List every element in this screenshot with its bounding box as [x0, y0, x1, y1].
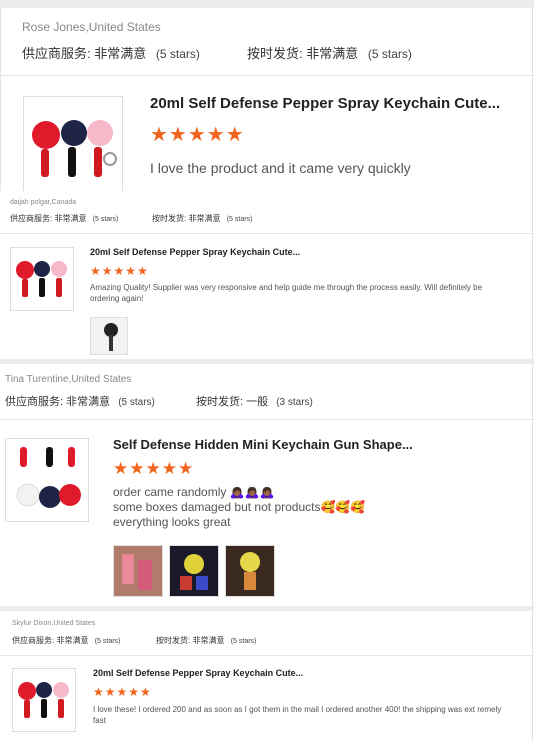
star-rating: ★★★★★ — [150, 124, 245, 146]
comment-line-3: everything looks great — [113, 515, 231, 529]
shipping-value: 非常满意 — [188, 214, 221, 223]
product-thumbnail[interactable] — [12, 668, 76, 732]
review-comment: order came randomly 🙇🏾‍♀️🙇🏾‍♀️🙇🏾‍♀️ some… — [113, 485, 365, 530]
star-rating: ★★★★★ — [90, 264, 149, 278]
supplier-value: 非常满意 — [56, 636, 89, 645]
shipping-stars: (5 stars) — [226, 216, 253, 223]
shipping-rating: 按时发货: 非常满意 (5 stars) — [247, 43, 412, 62]
supplier-label: 供应商服务: — [5, 396, 64, 408]
photo-image — [114, 546, 162, 596]
keychain-image — [16, 447, 81, 508]
supplier-stars: (5 stars) — [155, 47, 200, 61]
shipping-value: 一般 — [246, 396, 269, 408]
photo-image — [91, 318, 127, 354]
shipping-rating: 按时发货: 一般 (3 stars) — [196, 393, 313, 409]
product-title[interactable]: 20ml Self Defense Pepper Spray Keychain … — [150, 95, 500, 112]
review-card-2: daijah polgar,Canada 供应商服务: 非常满意 (5 star… — [0, 191, 534, 359]
review-card-3: Tina Turentine,United States 供应商服务: 非常满意… — [0, 364, 534, 606]
product-title[interactable]: Self Defense Hidden Mini Keychain Gun Sh… — [113, 437, 413, 452]
shipping-rating: 按时发货: 非常满意 (5 stars) — [156, 635, 256, 646]
shipping-label: 按时发货: — [247, 46, 303, 61]
review-photo-3[interactable] — [225, 545, 275, 597]
product-title[interactable]: 20ml Self Defense Pepper Spray Keychain … — [90, 247, 300, 257]
shipping-stars: (5 stars) — [367, 47, 412, 61]
product-thumbnail[interactable] — [23, 96, 123, 191]
review-photo-2[interactable] — [169, 545, 219, 597]
supplier-stars: (5 stars) — [92, 216, 119, 223]
product-thumbnail[interactable] — [5, 438, 89, 522]
review-card-4: Skylur Dixon,United States 供应商服务: 非常满意 (… — [0, 611, 534, 741]
supplier-value: 非常满意 — [54, 214, 87, 223]
supplier-value: 非常满意 — [66, 396, 111, 408]
supplier-service-rating: 供应商服务: 非常满意 (5 stars) — [5, 393, 155, 409]
product-title[interactable]: 20ml Self Defense Pepper Spray Keychain … — [93, 668, 303, 678]
shipping-rating: 按时发货: 非常满意 (5 stars) — [152, 213, 252, 224]
review-comment: I love the product and it came very quic… — [150, 160, 411, 176]
shipping-label: 按时发货: — [152, 214, 187, 223]
supplier-label: 供应商服务: — [22, 46, 91, 61]
star-rating: ★★★★★ — [113, 459, 195, 478]
comment-line-1: order came randomly 🙇🏾‍♀️🙇🏾‍♀️🙇🏾‍♀️ — [113, 485, 275, 499]
reviewer-name: Rose Jones,United States — [22, 20, 161, 34]
reviewer-name: Tina Turentine,United States — [5, 374, 132, 385]
photo-image — [226, 546, 274, 596]
supplier-label: 供应商服务: — [10, 214, 53, 223]
review-card-1: Rose Jones,United States 供应商服务: 非常满意 (5 … — [0, 8, 534, 191]
supplier-stars: (5 stars) — [118, 397, 155, 408]
keychain-image — [24, 97, 122, 191]
review-photo[interactable] — [90, 317, 128, 355]
top-divider — [0, 0, 534, 8]
photo-image — [170, 546, 218, 596]
supplier-label: 供应商服务: — [12, 636, 55, 645]
review-comment: I love these! I ordered 200 and as soon … — [93, 705, 502, 725]
review-photo-1[interactable] — [113, 545, 163, 597]
review-comment: Amazing Quality! Supplier was very respo… — [90, 283, 483, 303]
shipping-label: 按时发货: — [196, 396, 244, 408]
shipping-stars: (3 stars) — [276, 397, 313, 408]
shipping-label: 按时发货: — [156, 636, 191, 645]
supplier-service-rating: 供应商服务: 非常满意 (5 stars) — [22, 43, 200, 62]
shipping-stars: (5 stars) — [230, 638, 257, 645]
supplier-service-rating: 供应商服务: 非常满意 (5 stars) — [12, 635, 120, 646]
reviewer-name: Skylur Dixon,United States — [12, 620, 96, 627]
star-rating: ★★★★★ — [93, 685, 152, 699]
supplier-value: 非常满意 — [94, 46, 147, 61]
shipping-value: 非常满意 — [192, 636, 225, 645]
keychain-image — [16, 261, 67, 297]
shipping-value: 非常满意 — [306, 46, 359, 61]
product-thumbnail[interactable] — [10, 247, 74, 311]
comment-line-2: some boxes damaged but not products🥰🥰🥰 — [113, 500, 366, 514]
keychain-image — [18, 682, 69, 718]
supplier-service-rating: 供应商服务: 非常满意 (5 stars) — [10, 213, 118, 224]
supplier-stars: (5 stars) — [94, 638, 121, 645]
reviewer-name: daijah polgar,Canada — [10, 199, 77, 206]
